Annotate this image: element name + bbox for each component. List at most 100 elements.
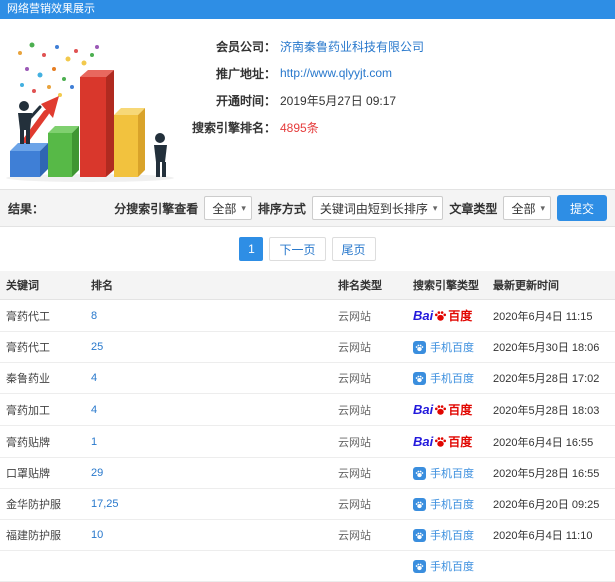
mobile-baidu-icon xyxy=(413,559,426,573)
type-filter-select[interactable]: 全部 ▾ xyxy=(503,196,551,220)
engine-filter-value: 全部 xyxy=(212,201,237,216)
mobile-baidu-label: 手机百度 xyxy=(430,373,474,385)
company-field: 会员公司： 济南秦鲁药业科技有限公司 xyxy=(172,37,424,55)
rank-link[interactable]: 25 xyxy=(91,341,103,353)
rank-type-cell: 云网站 xyxy=(332,425,407,458)
page-1-button[interactable]: 1 xyxy=(239,237,264,261)
ranking-field: 搜索引擎排名： 4895条 xyxy=(172,118,424,136)
rank-link[interactable]: 8 xyxy=(91,310,97,322)
businessman-right xyxy=(154,133,167,177)
column-header-rank-type: 排名类型 xyxy=(332,271,407,300)
mobile-baidu-label: 手机百度 xyxy=(430,468,474,480)
table-row: 口罩贴牌 29 云网站 Bai 百度 xyxy=(0,457,615,489)
mobile-baidu-icon xyxy=(413,497,426,511)
pagination: 1 下一页 尾页 xyxy=(0,227,615,271)
engine-cell: Bai 百度 xyxy=(407,425,487,458)
table-row: Bai 百度 xyxy=(0,550,615,582)
results-table-body: 膏药代工 8 云网站 Bai 百度 2020年6月4日 11:15 膏药代工 2… xyxy=(0,299,615,582)
opened-value: 2019年5月27日 09:17 xyxy=(280,93,397,108)
table-row: 膏药加工 4 云网站 Bai 百度 2020年5月28日 18:03 xyxy=(0,393,615,426)
mobile-baidu-label: 手机百度 xyxy=(430,499,474,511)
opened-label: 开通时间： xyxy=(215,93,276,108)
company-label: 会员公司： xyxy=(215,39,276,54)
baidu-logo: Bai 百度 xyxy=(413,434,473,449)
rank-type-cell: 云网站 xyxy=(332,519,407,551)
filter-controls: 分搜索引擎查看 全部 ▾ 排序方式 关键词由短到长排序 ▾ 文章类型 全部 ▾ … xyxy=(114,195,607,221)
type-filter-value: 全部 xyxy=(511,201,536,216)
mobile-baidu-icon xyxy=(413,528,426,542)
page-title: 网络营销效果展示 xyxy=(7,3,95,15)
engine-cell: Bai 百度 xyxy=(407,362,487,394)
column-header-engine: 搜索引擎类型 xyxy=(407,271,487,300)
keyword-cell: 膏药代工 xyxy=(0,331,85,363)
column-header-updated: 最新更新时间 xyxy=(487,271,615,300)
engine-cell: Bai 百度 xyxy=(407,550,487,582)
baidu-paw-icon xyxy=(435,405,447,415)
table-header-row: 关键词 排名 排名类型 搜索引擎类型 最新更新时间 xyxy=(0,271,615,300)
mobile-baidu-badge: 手机百度 xyxy=(413,558,474,574)
company-link[interactable]: 济南秦鲁药业科技有限公司 xyxy=(280,38,424,55)
updated-cell: 2020年6月4日 11:15 xyxy=(487,299,615,332)
mobile-baidu-icon xyxy=(413,371,426,385)
bar-blue xyxy=(10,143,48,177)
rank-link[interactable]: 29 xyxy=(91,467,103,479)
rank-link[interactable]: 4 xyxy=(91,404,97,416)
rank-link[interactable]: 17,25 xyxy=(91,498,119,510)
mobile-baidu-badge: 手机百度 xyxy=(413,465,474,481)
mobile-baidu-badge: 手机百度 xyxy=(413,527,474,543)
mobile-baidu-badge: 手机百度 xyxy=(413,339,474,355)
type-filter-label: 文章类型 xyxy=(449,201,498,216)
engine-cell: Bai 百度 xyxy=(407,457,487,489)
baidu-paw-icon xyxy=(435,437,447,447)
submit-button[interactable]: 提交 xyxy=(556,195,607,221)
rank-link[interactable]: 4 xyxy=(91,372,97,384)
table-row: 福建防护服 10 云网站 Bai 百度 xyxy=(0,519,615,551)
mobile-baidu-label: 手机百度 xyxy=(430,561,474,573)
mobile-baidu-icon xyxy=(413,466,426,480)
column-header-rank: 排名 xyxy=(85,271,332,300)
table-row: 膏药代工 8 云网站 Bai 百度 2020年6月4日 11:15 xyxy=(0,299,615,332)
table-row: 金华防护服 17,25 云网站 Bai 百度 xyxy=(0,488,615,520)
table-row: 膏药贴牌 1 云网站 Bai 百度 2020年6月4日 16:55 xyxy=(0,425,615,458)
keyword-cell xyxy=(0,550,85,582)
engine-cell: Bai 百度 xyxy=(407,488,487,520)
keyword-cell: 膏药贴牌 xyxy=(0,425,85,458)
rank-link[interactable]: 10 xyxy=(91,529,103,541)
mobile-baidu-label: 手机百度 xyxy=(430,530,474,542)
engine-cell: Bai 百度 xyxy=(407,299,487,332)
sort-filter-value: 关键词由短到长排序 xyxy=(319,201,428,216)
rank-type-cell: 云网站 xyxy=(332,393,407,426)
mobile-baidu-label: 手机百度 xyxy=(430,342,474,354)
keyword-cell: 金华防护服 xyxy=(0,488,85,520)
results-table: 关键词 排名 排名类型 搜索引擎类型 最新更新时间 膏药代工 8 云网站 Bai… xyxy=(0,271,615,582)
keyword-cell: 秦鲁药业 xyxy=(0,362,85,394)
mobile-baidu-icon xyxy=(413,340,426,354)
site-label: 推广地址： xyxy=(215,66,276,81)
site-field: 推广地址： http://www.qlyyjt.com xyxy=(172,64,424,82)
site-link[interactable]: http://www.qlyyjt.com xyxy=(280,66,392,80)
sort-filter-select[interactable]: 关键词由短到长排序 ▾ xyxy=(311,196,444,220)
bar-green xyxy=(48,126,79,177)
engine-filter-select[interactable]: 全部 ▾ xyxy=(204,196,252,220)
last-page-button[interactable]: 尾页 xyxy=(331,237,376,261)
ranking-label: 搜索引擎排名： xyxy=(191,120,276,135)
updated-cell xyxy=(487,550,615,582)
mobile-baidu-badge: 手机百度 xyxy=(413,370,474,386)
table-row: 膏药代工 25 云网站 Bai 百度 xyxy=(0,331,615,363)
column-header-keyword: 关键词 xyxy=(0,271,85,300)
engine-cell: Bai 百度 xyxy=(407,393,487,426)
table-row: 秦鲁药业 4 云网站 Bai 百度 xyxy=(0,362,615,394)
rank-type-cell xyxy=(332,550,407,582)
updated-cell: 2020年6月4日 16:55 xyxy=(487,425,615,458)
baidu-logo: Bai 百度 xyxy=(413,308,473,323)
growth-chart-illustration xyxy=(6,42,174,182)
engine-filter-label: 分搜索引擎查看 xyxy=(114,201,199,216)
next-page-button[interactable]: 下一页 xyxy=(269,237,326,261)
baidu-logo: Bai 百度 xyxy=(413,402,473,417)
keyword-cell: 福建防护服 xyxy=(0,519,85,551)
rank-type-cell: 云网站 xyxy=(332,488,407,520)
results-section-label: 结果： xyxy=(8,201,45,216)
updated-cell: 2020年5月28日 18:03 xyxy=(487,393,615,426)
mobile-baidu-badge: 手机百度 xyxy=(413,496,474,512)
rank-link[interactable]: 1 xyxy=(91,436,97,448)
